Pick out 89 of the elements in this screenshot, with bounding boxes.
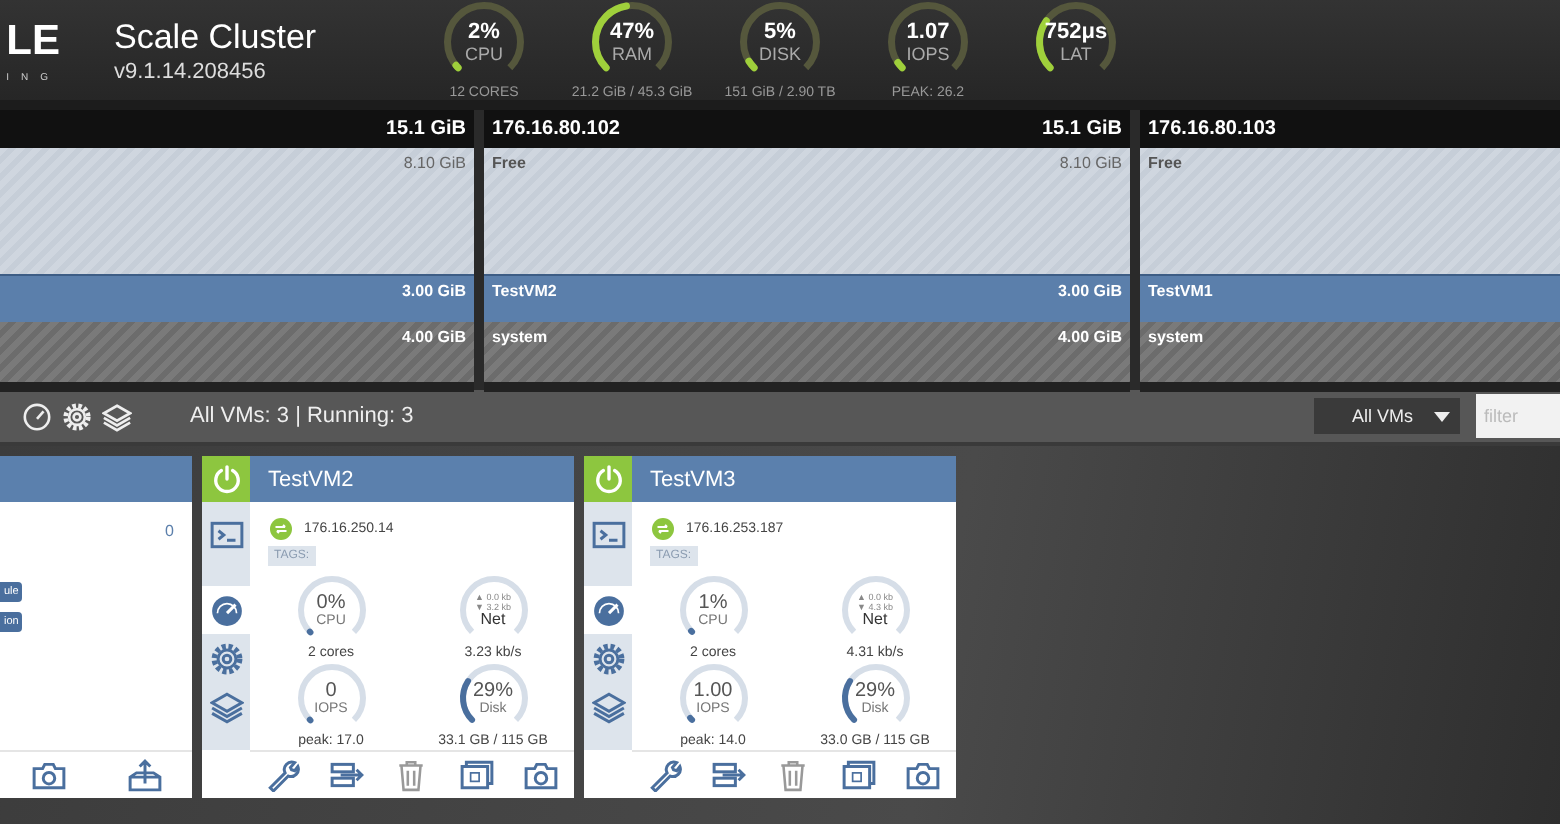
gauge-value: 2% (468, 19, 500, 43)
logo-text: LE (6, 17, 60, 65)
clone-icon (459, 758, 494, 792)
terminal-icon (209, 517, 243, 551)
power-icon (211, 464, 241, 494)
segment-size: 3.00 GiB (401, 282, 466, 300)
node-ip: 176.16.80.103 (1148, 118, 1276, 140)
trash-icon (394, 758, 429, 792)
gauge-value: 1.00 (693, 679, 733, 701)
edit-button[interactable] (265, 758, 300, 792)
gauge-label: IOPS (906, 43, 950, 63)
gauge-value: 1.07 (906, 19, 950, 43)
segment-label: system (492, 328, 548, 346)
export-button[interactable] (127, 758, 161, 792)
layers-icon (209, 689, 243, 723)
segment-size: 3.00 GiB (1057, 282, 1122, 300)
export-icon (127, 758, 161, 792)
vm-name: TestVM2 (268, 467, 354, 491)
gauge-value: 29% (472, 679, 513, 701)
segment-label: TestVM1 (1148, 282, 1213, 300)
segment-label: TestVM2 (492, 282, 557, 300)
gauge-value: 47% (609, 19, 655, 43)
edit-button[interactable] (647, 758, 682, 792)
clone-button[interactable] (841, 758, 876, 792)
vm-summary: All VMs: 3 | Running: 3 (190, 404, 416, 428)
gauge-value: 1% (698, 591, 728, 613)
segment-label: Free (1148, 154, 1182, 172)
wrench-icon (265, 758, 300, 792)
move-button[interactable] (712, 758, 747, 792)
stats-view-button[interactable] (18, 401, 56, 431)
camera-icon (31, 758, 65, 792)
transfer-icon (712, 758, 747, 792)
segment-size: 4.00 GiB (1057, 328, 1122, 346)
node-memory: 15.1 GiB (385, 118, 466, 140)
version-text: v9.1.14.208456 (114, 59, 268, 83)
caret-icon (1434, 411, 1450, 421)
terminal-icon (591, 517, 625, 551)
gauge-label: Net (862, 612, 888, 628)
gauge-value: 5% (764, 19, 796, 43)
gauge-track (459, 576, 527, 634)
vm-view-select[interactable]: All VMs (1314, 398, 1460, 434)
wrench-icon (647, 758, 682, 792)
delete-button[interactable] (776, 758, 811, 792)
gauge-icon (22, 401, 52, 431)
gauge-value: 0 (325, 679, 337, 701)
layers-icon (102, 401, 132, 431)
gauge-label: DISK (758, 43, 801, 63)
gauge-label: CPU (464, 43, 503, 63)
snapshot-button[interactable] (906, 758, 941, 792)
node-memory: 15.1 GiB (1041, 118, 1122, 140)
gauge-value: 0% (316, 591, 346, 613)
trash-icon (776, 758, 811, 792)
gauge-label: Net (480, 612, 506, 628)
move-button[interactable] (330, 758, 365, 792)
stats-tab[interactable] (584, 586, 632, 634)
node-ip: 176.16.80.102 (492, 118, 620, 140)
snapshot-button[interactable] (524, 758, 559, 792)
network-icon (652, 518, 674, 540)
segment-label: Free (492, 154, 526, 172)
gauge-value: 29% (854, 679, 895, 701)
gear-icon (62, 401, 92, 431)
gear-icon (209, 641, 243, 675)
segment-size: 8.10 GiB (403, 154, 466, 172)
camera-icon (524, 758, 559, 792)
gauge-label: LAT (1060, 43, 1092, 63)
gauge-track (841, 576, 909, 634)
gauge-icon (591, 593, 625, 627)
cluster-title: Scale Cluster (114, 17, 319, 57)
power-icon (593, 464, 623, 494)
transfer-icon (330, 758, 365, 792)
stats-tab[interactable] (202, 586, 250, 634)
clone-icon (841, 758, 876, 792)
layers-icon (591, 689, 625, 723)
delete-button[interactable] (394, 758, 429, 792)
gauge-value: 752μs (1044, 19, 1108, 43)
gauge-label: RAM (612, 43, 652, 63)
network-icon (270, 518, 292, 540)
camera-icon (906, 758, 941, 792)
segment-size: 4.00 GiB (401, 328, 466, 346)
clone-button[interactable] (459, 758, 494, 792)
settings-view-button[interactable] (58, 401, 96, 431)
gear-icon (591, 641, 625, 675)
vm-name: TestVM3 (650, 467, 736, 491)
segment-label: system (1148, 328, 1204, 346)
gauge-icon (209, 593, 243, 627)
count-text: 0 (165, 522, 174, 540)
disks-view-button[interactable] (98, 401, 136, 431)
segment-size: 8.10 GiB (1059, 154, 1122, 172)
snapshot-button[interactable] (31, 758, 65, 792)
